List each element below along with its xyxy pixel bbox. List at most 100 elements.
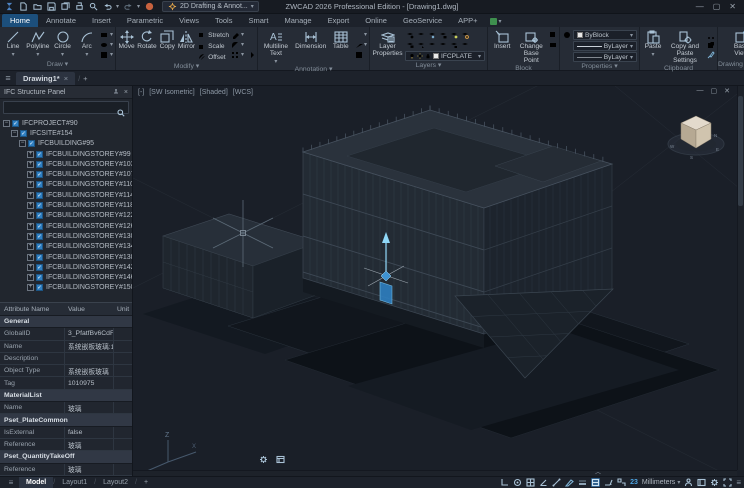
- change-base-point-button[interactable]: Change Base Point: [517, 29, 546, 64]
- tree-item[interactable]: +✓IFCBUILDINGSTOREY#122: [0, 211, 132, 221]
- tree-expand-icon[interactable]: +: [27, 192, 34, 199]
- tree-checkbox[interactable]: ✓: [36, 192, 43, 199]
- tree-checkbox[interactable]: ✓: [20, 130, 27, 137]
- rotate-button[interactable]: Rotate: [137, 29, 156, 51]
- dyn-ucs-icon[interactable]: [591, 478, 600, 487]
- settings-gear-icon[interactable]: [710, 478, 719, 487]
- view-control[interactable]: [SW Isometric]: [149, 89, 195, 96]
- tree-item[interactable]: +✓IFCBUILDINGSTOREY#146: [0, 272, 132, 282]
- ribbon-tab-insert[interactable]: Insert: [84, 14, 119, 27]
- tree-expand-icon[interactable]: +: [27, 264, 34, 271]
- attribute-row[interactable]: Reference玻璃: [0, 464, 132, 476]
- annotation-scale-icon[interactable]: [604, 478, 613, 487]
- trim-icon[interactable]: [246, 30, 255, 39]
- ribbon-tab-geoservice[interactable]: GeoService: [395, 14, 450, 27]
- panel-block-label[interactable]: Block: [515, 65, 532, 72]
- tree-expand-icon[interactable]: +: [27, 223, 34, 230]
- tree-item[interactable]: +✓IFCBUILDINGSTOREY#107: [0, 169, 132, 179]
- tab-model[interactable]: Model: [19, 477, 53, 488]
- block-edit-icon[interactable]: [548, 30, 557, 39]
- tree-item[interactable]: +✓IFCBUILDINGSTOREY#103: [0, 159, 132, 169]
- tree-checkbox[interactable]: ✓: [36, 284, 43, 291]
- stretch-button[interactable]: Stretch: [197, 30, 229, 40]
- panel-modify-label[interactable]: Modify: [174, 63, 194, 70]
- layout-menu-icon[interactable]: ≡: [3, 478, 19, 487]
- table-button[interactable]: Table: [330, 29, 352, 51]
- search-input[interactable]: [3, 101, 129, 114]
- tree-checkbox[interactable]: ✓: [12, 120, 19, 127]
- lineweight-display-icon[interactable]: [578, 478, 587, 487]
- tree-item[interactable]: −✓IFCBUILDING#95: [0, 139, 132, 149]
- plot-icon[interactable]: [74, 2, 84, 12]
- panel-draw-label[interactable]: Draw: [47, 61, 63, 68]
- tree-expand-icon[interactable]: +: [27, 233, 34, 240]
- clean-screen-icon[interactable]: [697, 478, 706, 487]
- panel-close-icon[interactable]: ×: [124, 89, 128, 96]
- multiline-text-button[interactable]: AMultiline Text▾: [260, 29, 292, 65]
- commandbar-expand-icon[interactable]: ︿: [595, 470, 601, 476]
- tree-item[interactable]: +✓IFCBUILDINGSTOREY#142: [0, 262, 132, 272]
- layer-isolate-icon[interactable]: [416, 30, 425, 39]
- new-doc-tab-button[interactable]: +: [83, 74, 87, 83]
- tree-item[interactable]: −✓IFCPROJECT#90: [0, 118, 132, 128]
- insert-button[interactable]: Insert: [490, 29, 515, 51]
- dynamic-input-icon[interactable]: [565, 478, 574, 487]
- cut-icon[interactable]: [706, 30, 715, 39]
- attribute-row[interactable]: Name玻璃: [0, 402, 132, 414]
- paintbrush-icon[interactable]: [706, 50, 715, 59]
- redo-dropdown-icon[interactable]: ▾: [137, 3, 140, 10]
- osnap-icon[interactable]: [513, 478, 522, 487]
- redo-icon[interactable]: [123, 2, 133, 12]
- ribbon-tab-home[interactable]: Home: [2, 14, 38, 27]
- leader-icon[interactable]: [354, 40, 363, 49]
- maximize-button[interactable]: ▢: [713, 2, 721, 11]
- tree-expand-icon[interactable]: −: [19, 140, 26, 147]
- layer-merge-icon[interactable]: [460, 40, 469, 49]
- tree-expand-icon[interactable]: +: [27, 284, 34, 291]
- tree-item[interactable]: +✓IFCBUILDINGSTOREY#150: [0, 283, 132, 293]
- layer-prev-icon[interactable]: [438, 40, 447, 49]
- tree-item[interactable]: +✓IFCBUILDINGSTOREY#110: [0, 180, 132, 190]
- tree-item[interactable]: +✓IFCBUILDINGSTOREY#114: [0, 190, 132, 200]
- line-button[interactable]: Line▾: [2, 29, 24, 58]
- workspace-switcher[interactable]: 2D Drafting & Annot... ▾: [162, 1, 259, 12]
- tree-expand-icon[interactable]: +: [27, 151, 34, 158]
- ribbon-tab-parametric[interactable]: Parametric: [119, 14, 171, 27]
- polar-tracking-icon[interactable]: [539, 478, 548, 487]
- layer-match-icon[interactable]: [427, 40, 436, 49]
- layer-off-icon[interactable]: [405, 30, 414, 39]
- ribbon-tab-views[interactable]: Views: [171, 14, 207, 27]
- tree-expand-icon[interactable]: +: [27, 161, 34, 168]
- color-picker-icon[interactable]: [562, 30, 571, 39]
- 3d-building-model[interactable]: Z X: [133, 86, 737, 476]
- horizontal-scrollbar[interactable]: ︿: [133, 470, 737, 476]
- new-file-icon[interactable]: [18, 2, 28, 12]
- ribbon-tab-smart[interactable]: Smart: [240, 14, 276, 27]
- tree-checkbox[interactable]: ✓: [36, 161, 43, 168]
- attribute-row[interactable]: GlobalID3_PfatfBv6CdFN...: [0, 328, 132, 340]
- layer-thaw-icon[interactable]: [460, 30, 469, 39]
- layer-unlock-icon[interactable]: [405, 40, 414, 49]
- tree-item[interactable]: +✓IFCBUILDINGSTOREY#99: [0, 149, 132, 159]
- panel-properties-label[interactable]: Properties: [581, 63, 612, 70]
- ribbon-tab-export[interactable]: Export: [320, 14, 358, 27]
- copy-button[interactable]: Copy: [159, 29, 176, 51]
- block-define-icon[interactable]: [548, 50, 557, 59]
- tree-checkbox[interactable]: ✓: [36, 171, 43, 178]
- tree-checkbox[interactable]: ✓: [36, 254, 43, 261]
- attribute-row[interactable]: IsExternalfalse: [0, 427, 132, 439]
- viewport-menu-control[interactable]: [-]: [138, 89, 144, 96]
- scale-button[interactable]: Scale: [197, 41, 229, 51]
- doc-tab-close-icon[interactable]: ×: [64, 74, 68, 83]
- ellipse-icon[interactable]: [100, 40, 109, 49]
- color-dropdown[interactable]: ByBlock▾: [573, 30, 637, 40]
- offset-button[interactable]: Offset: [197, 52, 229, 62]
- panel-clipboard-label[interactable]: Clipboard: [664, 65, 693, 72]
- tree-item[interactable]: +✓IFCBUILDINGSTOREY#138: [0, 252, 132, 262]
- vertical-scrollbar[interactable]: [737, 86, 744, 470]
- tree-item[interactable]: +✓IFCBUILDINGSTOREY#130: [0, 231, 132, 241]
- view-cube[interactable]: N E S W: [660, 102, 732, 164]
- tree-expand-icon[interactable]: +: [27, 202, 34, 209]
- close-button[interactable]: ✕: [729, 2, 736, 11]
- drawing-viewport[interactable]: [-] [SW Isometric] [Shaded] [WCS] — ▢ ✕: [133, 86, 744, 476]
